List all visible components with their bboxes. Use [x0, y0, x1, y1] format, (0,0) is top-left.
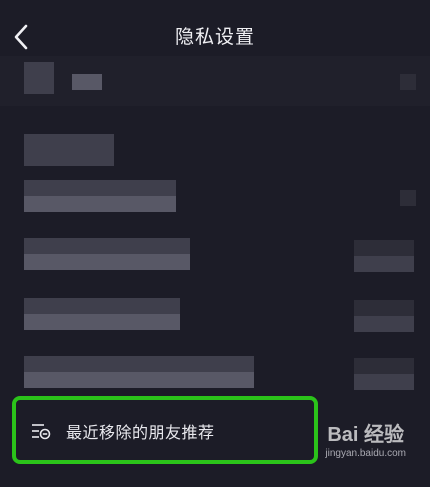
highlight-frame: [12, 396, 318, 464]
watermark-url: jingyan.baidu.com: [325, 448, 406, 459]
settings-row-blurred[interactable]: [0, 236, 430, 282]
settings-row-blurred[interactable]: [0, 296, 430, 342]
page-title: 隐私设置: [174, 27, 255, 48]
watermark-logo: Bai 经验: [327, 424, 404, 446]
settings-row-blurred[interactable]: [0, 178, 430, 224]
settings-row-blurred[interactable]: [0, 56, 430, 106]
settings-row-blurred[interactable]: [0, 128, 430, 178]
watermark: Bai 经验 jingyan.baidu.com: [302, 418, 412, 468]
settings-row-blurred[interactable]: [0, 354, 430, 400]
